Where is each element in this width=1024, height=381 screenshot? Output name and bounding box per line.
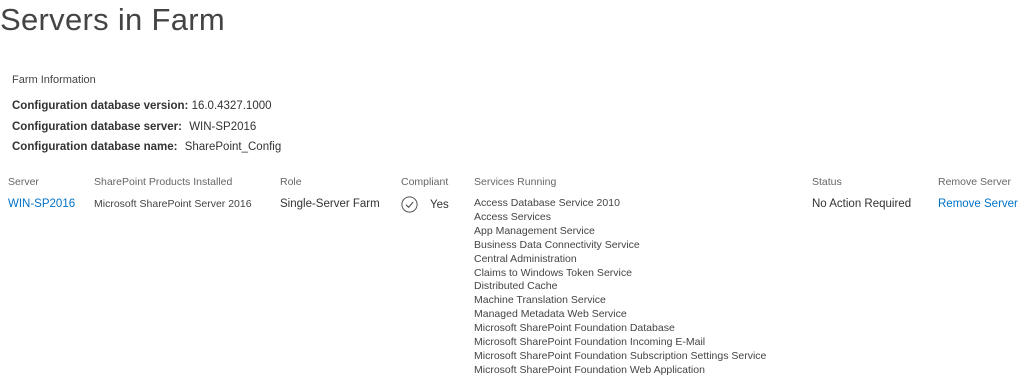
service-item: Microsoft SharePoint Foundation Incoming… bbox=[474, 336, 706, 349]
service-item: App Management Service bbox=[474, 224, 595, 237]
service-item: Microsoft SharePoint Foundation Database bbox=[474, 322, 675, 335]
page-title: Servers in Farm bbox=[0, 2, 225, 37]
services-running-list: Access Database Service 2010 Access Servi… bbox=[474, 197, 766, 378]
remove-server-link[interactable]: Remove Server bbox=[938, 198, 1018, 210]
service-item: Distributed Cache bbox=[474, 280, 558, 293]
column-header-compliant[interactable]: Compliant bbox=[401, 176, 448, 188]
config-db-server-value: WIN-SP2016 bbox=[189, 121, 257, 133]
check-circle-icon bbox=[401, 196, 418, 213]
service-item: Access Database Service 2010 bbox=[474, 197, 620, 209]
service-item: Central Administration bbox=[474, 252, 577, 265]
role-value: Single-Server Farm bbox=[280, 198, 380, 210]
config-db-server-row: Configuration database server: WIN-SP201… bbox=[12, 121, 256, 133]
config-db-name-value: SharePoint_Config bbox=[184, 141, 282, 153]
service-item: Business Data Connectivity Service bbox=[474, 238, 640, 251]
column-header-remove-server: Remove Server bbox=[938, 176, 1011, 188]
status-value: No Action Required bbox=[812, 198, 912, 210]
config-db-name-label: Configuration database name: bbox=[12, 141, 178, 153]
column-header-services[interactable]: Services Running bbox=[474, 176, 556, 188]
service-item: Machine Translation Service bbox=[474, 294, 606, 307]
config-db-name-row: Configuration database name: SharePoint_… bbox=[12, 141, 281, 153]
servers-in-farm-page: Servers in Farm Farm Information Configu… bbox=[0, 0, 1024, 381]
service-item: Claims to Windows Token Service bbox=[474, 266, 632, 279]
config-db-version-row: Configuration database version: 16.0.432… bbox=[12, 100, 272, 112]
farm-information-heading: Farm Information bbox=[12, 74, 96, 86]
column-header-products[interactable]: SharePoint Products Installed bbox=[94, 176, 232, 188]
service-item: Managed Metadata Web Service bbox=[474, 308, 627, 321]
products-installed-value: Microsoft SharePoint Server 2016 bbox=[94, 198, 252, 210]
column-header-status[interactable]: Status bbox=[812, 176, 842, 188]
column-header-role[interactable]: Role bbox=[280, 176, 302, 188]
service-item: Microsoft SharePoint Foundation Subscrip… bbox=[474, 349, 767, 362]
column-header-server[interactable]: Server bbox=[8, 176, 39, 188]
config-db-version-label: Configuration database version: bbox=[12, 100, 189, 112]
server-name-link[interactable]: WIN-SP2016 bbox=[8, 198, 75, 210]
compliant-cell: Yes bbox=[401, 196, 449, 213]
service-item: Access Services bbox=[474, 210, 552, 223]
config-db-server-label: Configuration database server: bbox=[12, 121, 182, 133]
compliant-value: Yes bbox=[430, 198, 449, 211]
config-db-version-value: 16.0.4327.1000 bbox=[191, 100, 272, 112]
service-item: Microsoft SharePoint Foundation Web Appl… bbox=[474, 363, 705, 376]
